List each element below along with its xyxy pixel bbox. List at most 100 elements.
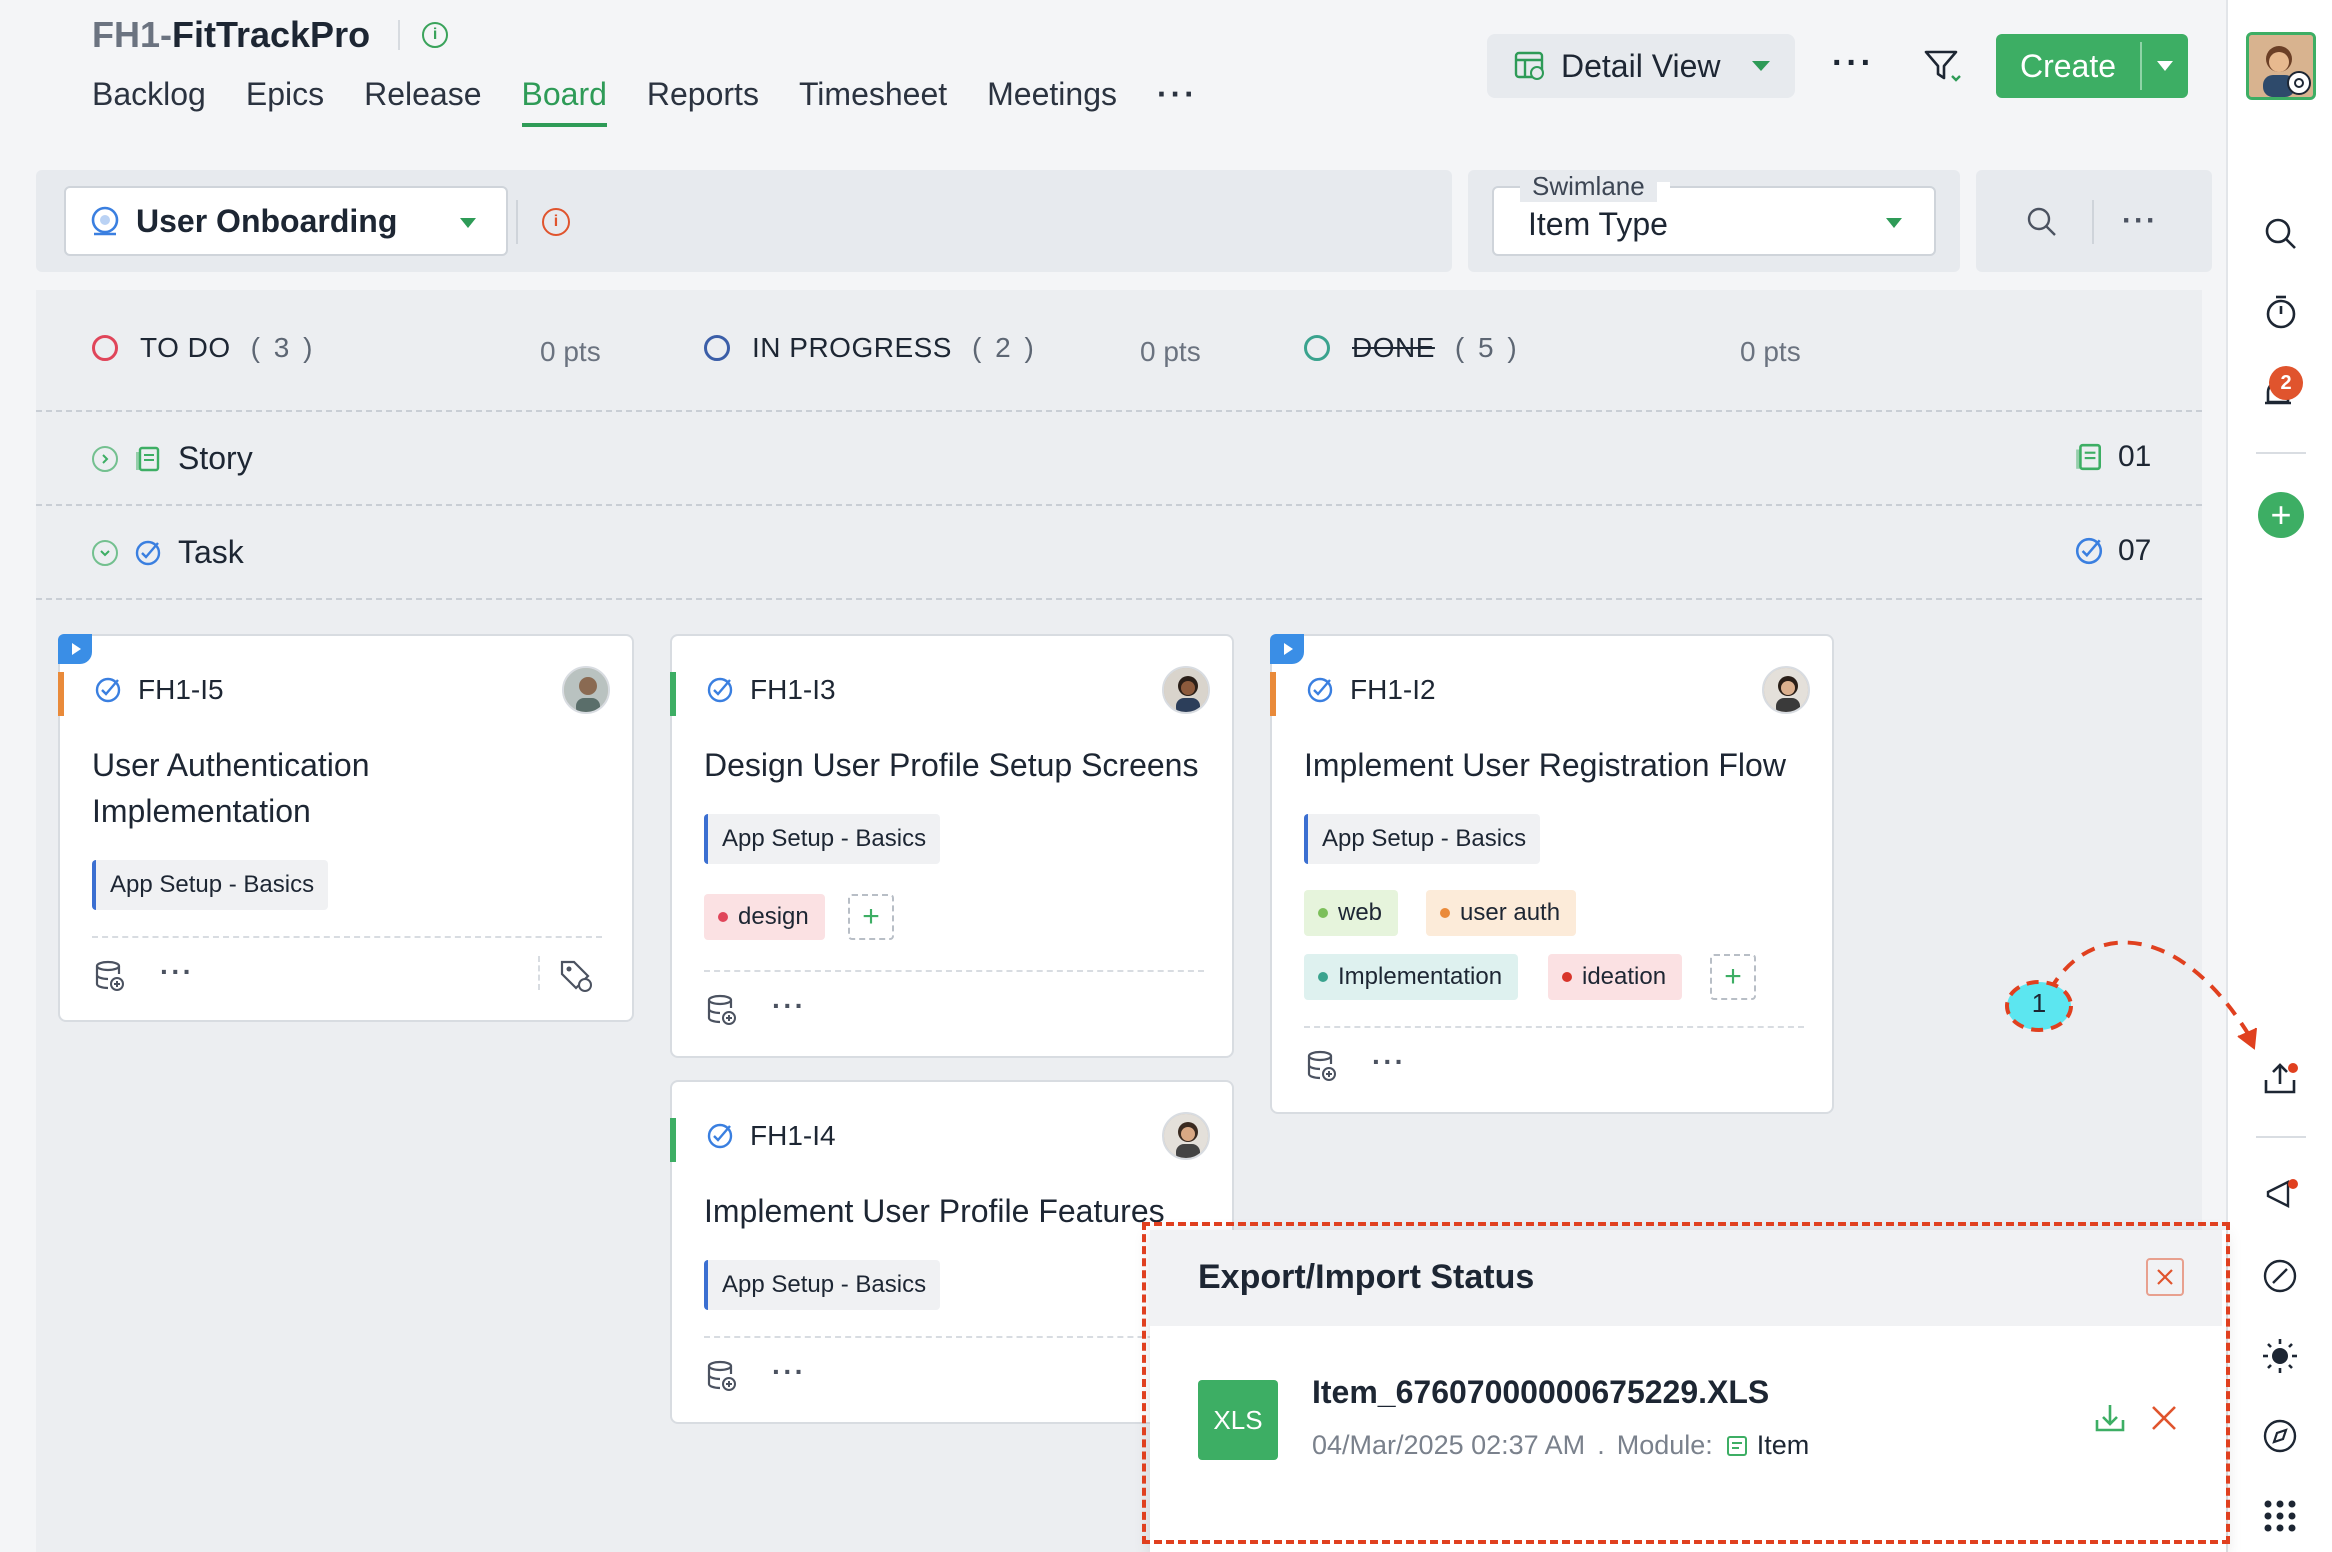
tag-dot bbox=[1318, 972, 1328, 982]
board-search-icon[interactable] bbox=[2026, 206, 2058, 238]
tag-user-auth[interactable]: user auth bbox=[1426, 890, 1577, 936]
tag-implementation[interactable]: Implementation bbox=[1304, 954, 1519, 1000]
view-switcher[interactable]: Detail View bbox=[1487, 34, 1795, 98]
title-divider bbox=[398, 20, 401, 50]
divider bbox=[36, 410, 2202, 412]
swimlane-task[interactable] bbox=[36, 508, 2202, 598]
epic-chip[interactable]: App Setup - Basics bbox=[704, 1260, 941, 1310]
task-card-fh1-i5[interactable]: FH1-I5 User Authentication Implementatio… bbox=[58, 634, 634, 1022]
database-add-icon[interactable] bbox=[92, 958, 128, 994]
task-icon bbox=[1307, 677, 1333, 703]
tag-label: ideation bbox=[1582, 963, 1667, 990]
card-more-icon[interactable]: ··· bbox=[772, 1356, 806, 1388]
assignee-avatar[interactable] bbox=[1162, 1112, 1210, 1160]
column-header-in-progress: IN PROGRESS ( 2 ) bbox=[704, 332, 1037, 364]
filter-icon[interactable] bbox=[1922, 46, 1962, 86]
card-id[interactable]: FH1-I4 bbox=[706, 1120, 836, 1152]
column-header-todo: TO DO ( 3 ) bbox=[92, 332, 315, 364]
card-divider bbox=[704, 970, 1204, 972]
sprint-info-icon[interactable]: i bbox=[542, 208, 570, 236]
main-nav: Backlog Epics Release Board Reports Time… bbox=[92, 76, 1198, 127]
count-value: 01 bbox=[2118, 440, 2152, 473]
card-id-text: FH1-I4 bbox=[750, 1120, 836, 1151]
card-id[interactable]: FH1-I3 bbox=[706, 674, 836, 706]
card-id[interactable]: FH1-I2 bbox=[1306, 674, 1436, 706]
tab-timesheet[interactable]: Timesheet bbox=[799, 76, 947, 127]
add-tag-button[interactable]: + bbox=[848, 894, 894, 940]
task-card-fh1-i3[interactable]: FH1-I3 Design User Profile Setup Screens… bbox=[670, 634, 1234, 1058]
epic-chip[interactable]: App Setup - Basics bbox=[1304, 814, 1541, 864]
board-more-icon[interactable]: ··· bbox=[2122, 204, 2158, 238]
tab-reports[interactable]: Reports bbox=[647, 76, 759, 127]
add-tag-icon[interactable] bbox=[558, 958, 594, 994]
theme-icon[interactable] bbox=[2258, 1334, 2302, 1378]
database-add-icon[interactable] bbox=[1304, 1048, 1340, 1084]
sprint-selector[interactable]: User Onboarding bbox=[64, 186, 508, 256]
epic-chip[interactable]: App Setup - Basics bbox=[704, 814, 941, 864]
priority-bar bbox=[670, 672, 676, 716]
task-card-fh1-i2[interactable]: FH1-I2 Implement User Registration Flow … bbox=[1270, 634, 1834, 1114]
swimlane-story[interactable] bbox=[36, 414, 2202, 504]
play-flag-icon bbox=[1270, 634, 1304, 664]
swimlane-label: Swimlane bbox=[1520, 171, 1657, 202]
search-icon[interactable] bbox=[2259, 212, 2303, 256]
user-avatar[interactable] bbox=[2246, 32, 2316, 100]
tab-meetings[interactable]: Meetings bbox=[987, 76, 1117, 127]
tag-web[interactable]: web bbox=[1304, 890, 1399, 936]
database-add-icon[interactable] bbox=[704, 992, 740, 1028]
swimlane-value: Item Type bbox=[1528, 206, 1668, 242]
compass-icon[interactable] bbox=[2258, 1414, 2302, 1458]
swimlane-story-label[interactable]: Story bbox=[92, 440, 253, 477]
tab-release[interactable]: Release bbox=[364, 76, 481, 127]
play-flag-icon bbox=[58, 634, 92, 664]
assignee-avatar[interactable] bbox=[1762, 666, 1810, 714]
column-points: 0 pts bbox=[540, 336, 601, 367]
chevron-right-icon[interactable] bbox=[92, 445, 118, 472]
card-title[interactable]: User Authentication Implementation bbox=[92, 742, 370, 834]
database-add-icon[interactable] bbox=[704, 1358, 740, 1394]
column-count: ( 3 ) bbox=[250, 332, 316, 363]
tab-backlog[interactable]: Backlog bbox=[92, 76, 206, 127]
assignee-avatar[interactable] bbox=[562, 666, 610, 714]
tag-design[interactable]: design bbox=[704, 894, 825, 940]
add-icon[interactable]: + bbox=[2258, 492, 2304, 538]
count-value: 07 bbox=[2118, 534, 2152, 567]
card-title[interactable]: Design User Profile Setup Screens bbox=[704, 742, 1198, 788]
story-icon bbox=[136, 446, 160, 471]
nav-more-icon[interactable]: ··· bbox=[1157, 76, 1198, 127]
column-count: ( 5 ) bbox=[1454, 332, 1520, 363]
swimlane-task-label[interactable]: Task bbox=[92, 534, 244, 571]
timer-icon[interactable] bbox=[2259, 290, 2303, 334]
apps-grid-icon[interactable] bbox=[2258, 1494, 2302, 1538]
create-dropdown-icon[interactable] bbox=[2142, 61, 2188, 71]
chevron-down-icon[interactable] bbox=[92, 539, 118, 566]
more-options-icon[interactable]: ··· bbox=[1832, 44, 1875, 83]
project-name[interactable]: FitTrackPro bbox=[172, 14, 370, 56]
card-more-icon[interactable]: ··· bbox=[1372, 1046, 1406, 1078]
project-info-icon[interactable]: i bbox=[422, 22, 449, 48]
card-id[interactable]: FH1-I5 bbox=[94, 674, 224, 706]
announcement-icon[interactable] bbox=[2258, 1172, 2302, 1216]
tag-ideation[interactable]: ideation bbox=[1548, 954, 1683, 1000]
tag-dot bbox=[1440, 908, 1450, 918]
tab-epics[interactable]: Epics bbox=[246, 76, 324, 127]
card-more-icon[interactable]: ··· bbox=[160, 956, 194, 988]
create-button[interactable]: Create bbox=[1996, 34, 2188, 98]
toolbar-divider bbox=[516, 200, 518, 244]
tag-label: web bbox=[1338, 899, 1383, 926]
epic-chip[interactable]: App Setup - Basics bbox=[92, 860, 329, 910]
assignee-avatar[interactable] bbox=[1162, 666, 1210, 714]
card-more-icon[interactable]: ··· bbox=[772, 990, 806, 1022]
column-points: 0 pts bbox=[1740, 336, 1801, 367]
tag-label: design bbox=[738, 903, 809, 930]
card-title[interactable]: Implement User Profile Features bbox=[704, 1188, 1165, 1234]
rail-divider bbox=[2256, 452, 2306, 454]
task-icon bbox=[95, 677, 121, 703]
card-title[interactable]: Implement User Registration Flow bbox=[1304, 742, 1786, 788]
add-tag-button[interactable]: + bbox=[1710, 954, 1756, 1000]
annotation-highlight bbox=[1142, 1222, 2230, 1544]
card-divider bbox=[538, 956, 540, 990]
integration-icon[interactable] bbox=[2258, 1254, 2302, 1298]
tab-board[interactable]: Board bbox=[521, 76, 607, 127]
card-id-text: FH1-I2 bbox=[1350, 674, 1436, 705]
